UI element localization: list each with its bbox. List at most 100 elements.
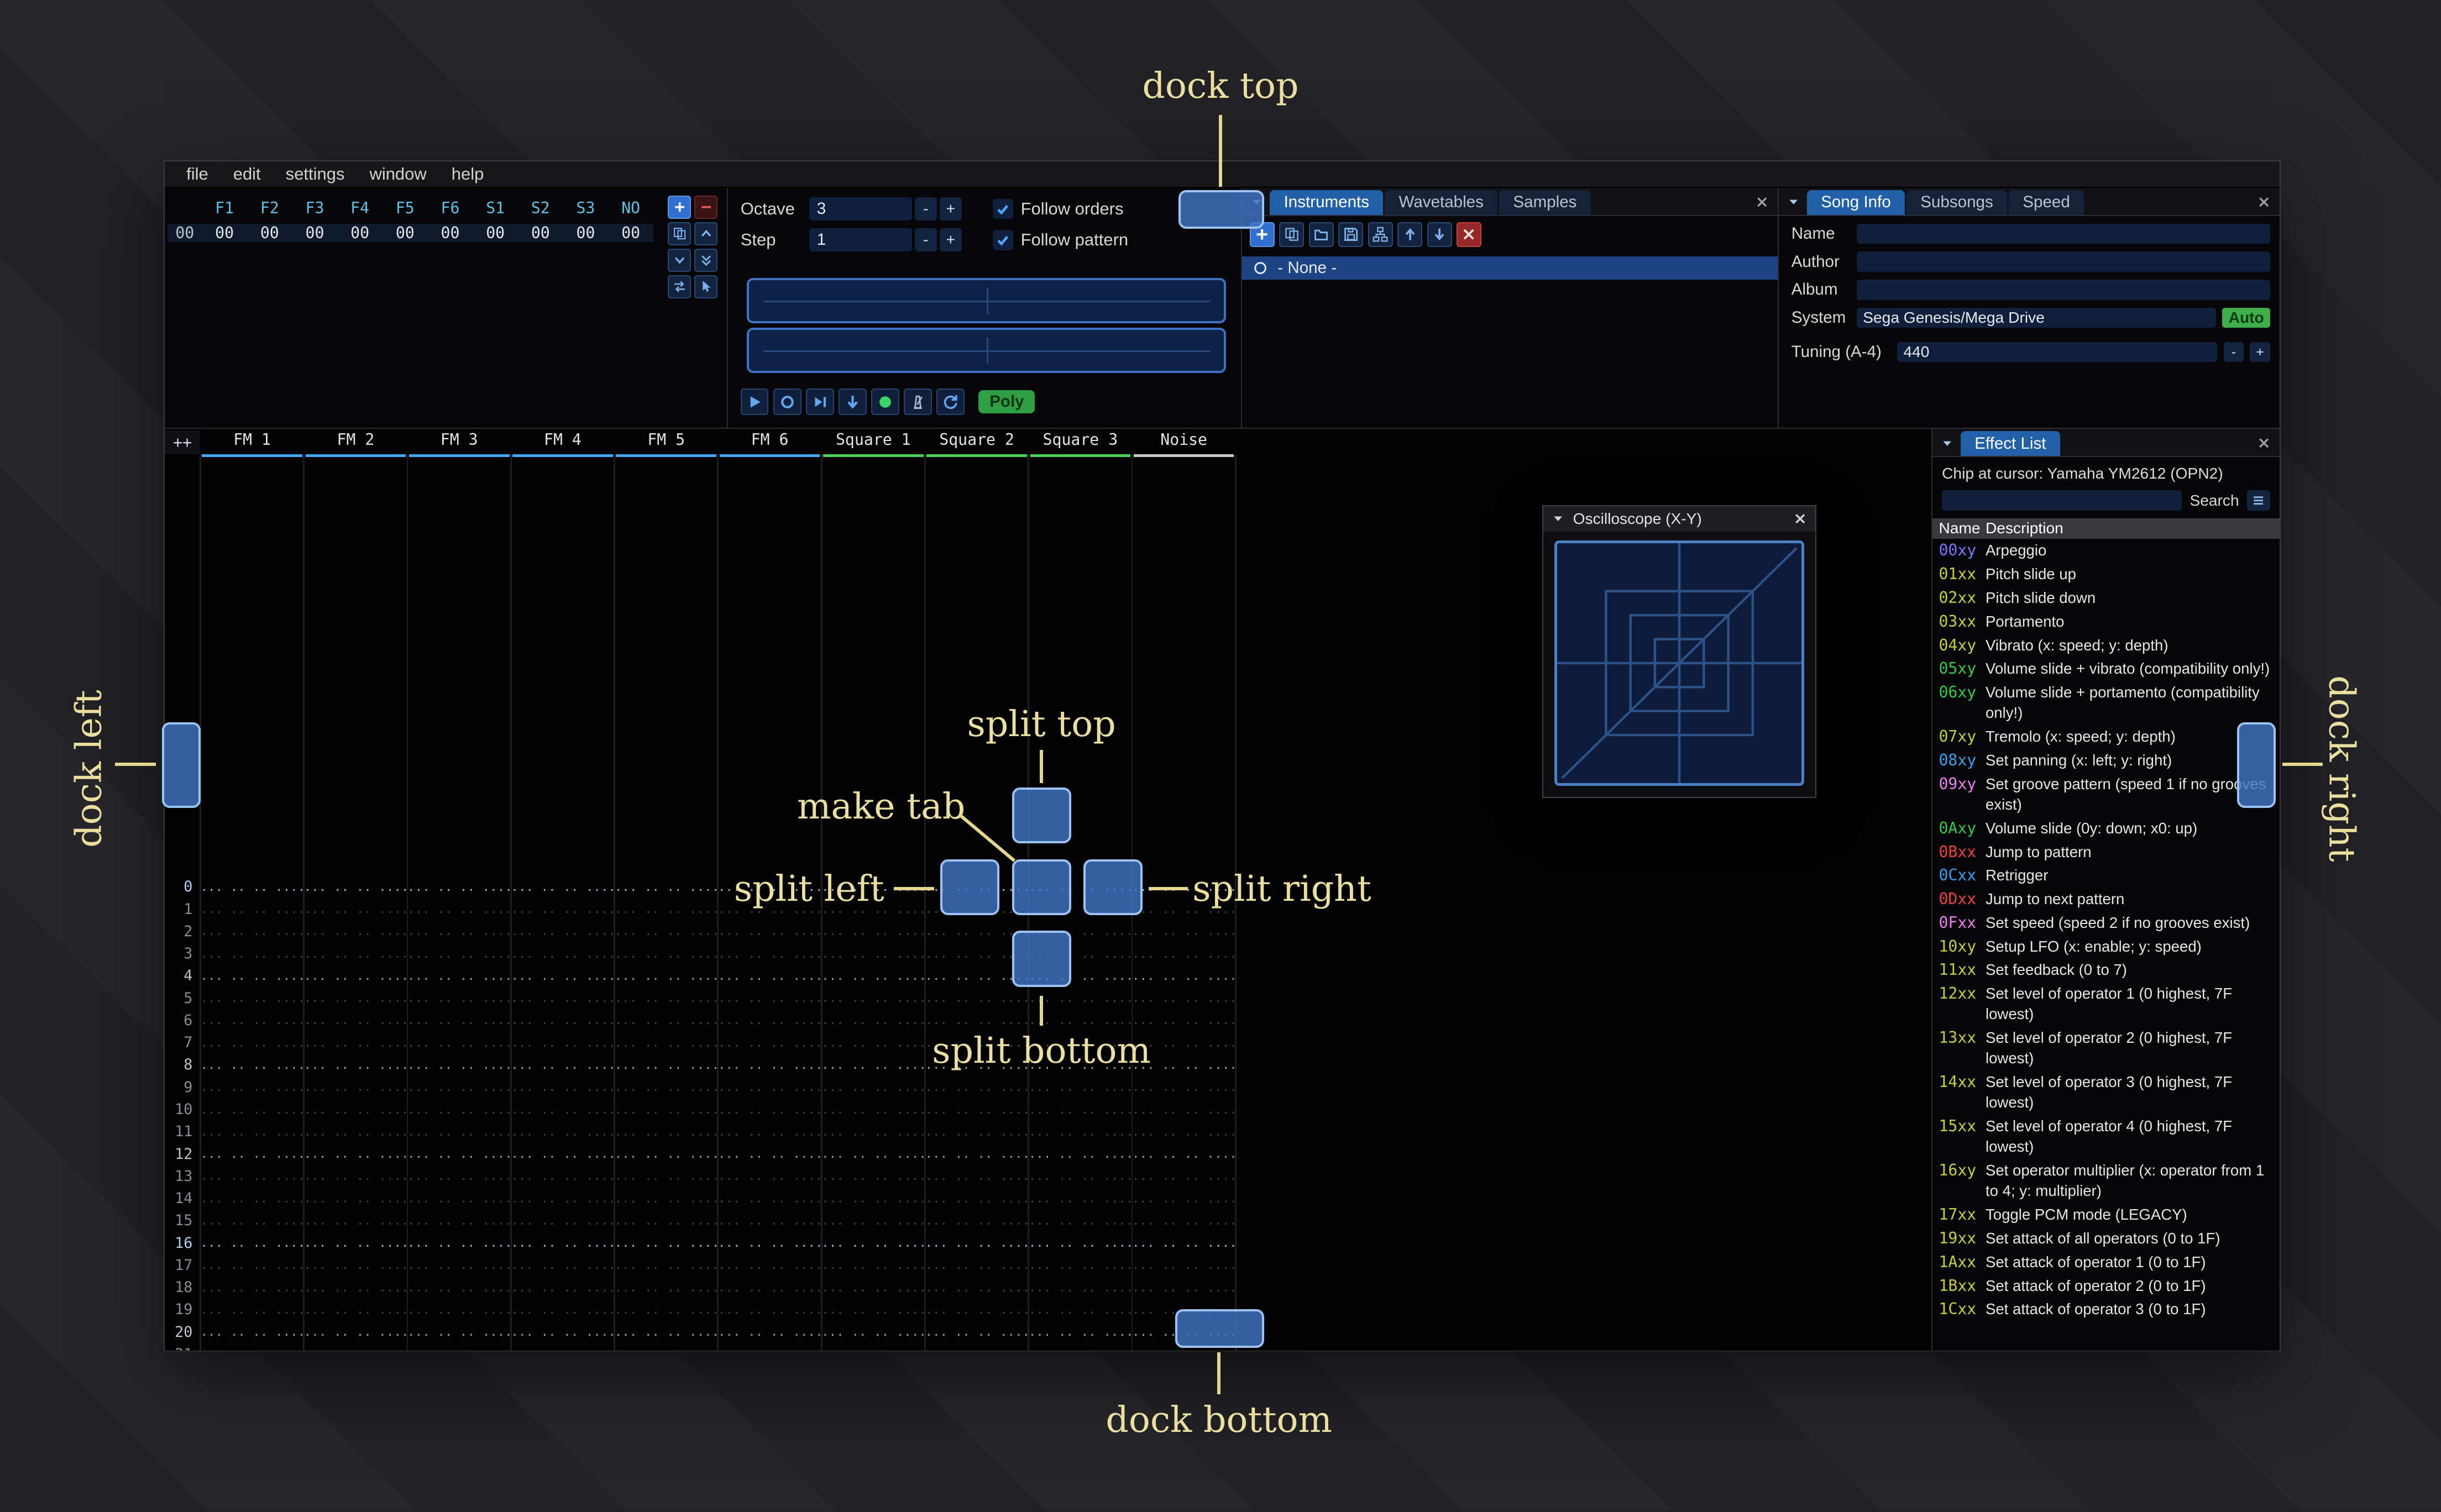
instrument-move-down-button[interactable] <box>1427 222 1452 247</box>
pattern-cell[interactable]: ... .. .. .... <box>718 947 821 961</box>
pattern-cell[interactable]: ... .. .. .... <box>511 880 614 894</box>
pattern-cell[interactable]: ... .. .. .... <box>1029 1169 1132 1183</box>
pattern-cell[interactable]: ... .. .. .... <box>615 1058 718 1072</box>
effect-row[interactable]: 1Cxx Set attack of operator 3 (0 to 1F) <box>1932 1298 2280 1321</box>
pattern-cell[interactable]: ... .. .. .... <box>925 1013 1028 1027</box>
tab-instruments[interactable]: Instruments <box>1270 190 1384 215</box>
pattern-cell[interactable]: ... .. .. .... <box>200 1125 303 1139</box>
pattern-cell[interactable]: ... .. .. .... <box>407 1280 511 1295</box>
split-right-target[interactable] <box>1083 859 1143 915</box>
close-panel-button[interactable] <box>1753 192 1772 211</box>
dock-top-target[interactable] <box>1178 190 1264 229</box>
pattern-cell[interactable]: ... .. .. .... <box>407 924 511 938</box>
order-cell[interactable]: 00 <box>563 224 609 242</box>
effect-row[interactable]: 0Cxx Retrigger <box>1932 863 2280 887</box>
pattern-cell[interactable]: ... .. .. .... <box>1132 969 1235 983</box>
pattern-cell[interactable]: ... .. .. .... <box>304 1080 407 1094</box>
instrument-move-up-button[interactable] <box>1397 222 1423 247</box>
menu-window[interactable]: window <box>357 161 439 187</box>
pattern-cell[interactable]: ... .. .. .... <box>615 1280 718 1295</box>
pattern-cell[interactable]: ... .. .. .... <box>925 1214 1028 1228</box>
pattern-cell[interactable]: ... .. .. .... <box>615 1036 718 1050</box>
pattern-cell[interactable]: ... .. .. .... <box>407 1347 511 1350</box>
pattern-cell[interactable]: ... .. .. .... <box>1029 1191 1132 1206</box>
pattern-cell[interactable]: ... .. .. .... <box>1132 1191 1235 1206</box>
pattern-cell[interactable]: ... .. .. .... <box>615 1080 718 1094</box>
pattern-cell[interactable]: ... .. .. .... <box>304 902 407 916</box>
channel-header-fm-2[interactable]: FM 2 <box>304 431 407 458</box>
pattern-cell[interactable]: ... .. .. .... <box>407 1147 511 1161</box>
tab-subsongs[interactable]: Subsongs <box>1906 190 2008 215</box>
effect-row[interactable]: 1Axx Set attack of operator 1 (0 to 1F) <box>1932 1250 2280 1274</box>
effect-row[interactable]: 11xx Set feedback (0 to 7) <box>1932 958 2280 982</box>
pattern-cell[interactable]: ... .. .. .... <box>304 1280 407 1295</box>
follow-orders-checkbox[interactable] <box>992 198 1013 219</box>
pattern-cell[interactable]: ... .. .. .... <box>511 1303 614 1317</box>
pattern-cell[interactable]: ... .. .. .... <box>304 991 407 1005</box>
pattern-cell[interactable]: ... .. .. .... <box>1029 1280 1132 1295</box>
pattern-cell[interactable]: ... .. .. .... <box>718 1102 821 1117</box>
pattern-cell[interactable]: ... .. .. .... <box>615 1147 718 1161</box>
pattern-cell[interactable]: ... .. .. .... <box>925 1191 1028 1206</box>
menu-settings[interactable]: settings <box>273 161 357 187</box>
pattern-cell[interactable]: ... .. .. .... <box>407 1236 511 1250</box>
pattern-cell[interactable]: ... .. .. .... <box>821 947 925 961</box>
pattern-cell[interactable]: ... .. .. .... <box>925 1303 1028 1317</box>
pattern-cell[interactable]: ... .. .. .... <box>304 1303 407 1317</box>
pattern-cell[interactable]: ... .. .. .... <box>407 1013 511 1027</box>
play-button[interactable] <box>740 389 769 416</box>
name-input[interactable] <box>1856 223 2270 244</box>
pattern-cell[interactable]: ... .. .. .... <box>407 947 511 961</box>
pattern-cell[interactable]: ... .. .. .... <box>925 1347 1028 1350</box>
pattern-cell[interactable]: ... .. .. .... <box>511 924 614 938</box>
tab-list-button[interactable] <box>1782 190 1805 215</box>
pattern-cell[interactable]: ... .. .. .... <box>407 1303 511 1317</box>
pattern-cell[interactable]: ... .. .. .... <box>200 1169 303 1183</box>
pattern-cell[interactable]: ... .. .. .... <box>407 1325 511 1339</box>
pattern-cell[interactable]: ... .. .. .... <box>1029 1325 1132 1339</box>
pattern-cell[interactable]: ... .. .. .... <box>615 1347 718 1350</box>
tab-wavetables[interactable]: Wavetables <box>1385 190 1498 215</box>
pattern-cell[interactable]: ... .. .. .... <box>615 880 718 894</box>
oscilloscope-titlebar[interactable]: Oscilloscope (X-Y) <box>1543 506 1815 532</box>
octave-decrement-button[interactable]: - <box>915 197 937 221</box>
effect-row[interactable]: 12xx Set level of operator 1 (0 highest, … <box>1932 981 2280 1026</box>
channel-header-fm-4[interactable]: FM 4 <box>511 431 614 458</box>
pattern-cell[interactable]: ... .. .. .... <box>821 1325 925 1339</box>
split-bottom-target[interactable] <box>1012 931 1071 987</box>
pattern-cell[interactable]: ... .. .. .... <box>821 1058 925 1072</box>
effect-row[interactable]: 0Dxx Jump to next pattern <box>1932 887 2280 911</box>
effect-row[interactable]: 0Axy Volume slide (0y: down; x0: up) <box>1932 816 2280 840</box>
pattern-cell[interactable]: ... .. .. .... <box>821 1169 925 1183</box>
pattern-cell[interactable]: ... .. .. .... <box>1132 947 1235 961</box>
instrument-delete-button[interactable] <box>1457 222 1482 247</box>
order-cell[interactable]: 00 <box>383 224 428 242</box>
pattern-cell[interactable]: ... .. .. .... <box>821 1013 925 1027</box>
step-increment-button[interactable]: + <box>940 228 962 252</box>
make-tab-target[interactable] <box>1012 859 1071 915</box>
effect-row[interactable]: 03xx Portamento <box>1932 610 2280 633</box>
dock-left-target[interactable] <box>161 722 201 808</box>
pattern-cell[interactable]: ... .. .. .... <box>615 1125 718 1139</box>
pattern-cell[interactable]: ... .. .. .... <box>925 1236 1028 1250</box>
pattern-cell[interactable]: ... .. .. .... <box>511 991 614 1005</box>
pattern-cell[interactable]: ... .. .. .... <box>925 991 1028 1005</box>
menu-edit[interactable]: edit <box>221 161 273 187</box>
close-icon[interactable] <box>1793 512 1807 526</box>
pattern-cell[interactable]: ... .. .. .... <box>821 1303 925 1317</box>
order-move-down-button[interactable] <box>668 248 692 272</box>
pattern-cell[interactable]: ... .. .. .... <box>1132 1236 1235 1250</box>
pattern-cell[interactable]: ... .. .. .... <box>200 924 303 938</box>
pattern-cell[interactable]: ... .. .. .... <box>1132 1147 1235 1161</box>
step-one-row-button[interactable] <box>805 389 834 416</box>
pattern-cell[interactable]: ... .. .. .... <box>511 1125 614 1139</box>
pattern-cell[interactable]: ... .. .. .... <box>821 1214 925 1228</box>
octave-increment-button[interactable]: + <box>940 197 962 221</box>
pattern-cell[interactable]: ... .. .. .... <box>821 969 925 983</box>
pattern-cell[interactable]: ... .. .. .... <box>718 1013 821 1027</box>
pattern-cell[interactable]: ... .. .. .... <box>304 1347 407 1350</box>
pattern-cell[interactable]: ... .. .. .... <box>200 1147 303 1161</box>
pattern-cell[interactable]: ... .. .. .... <box>511 1236 614 1250</box>
pattern-cell[interactable]: ... .. .. .... <box>200 991 303 1005</box>
pattern-cell[interactable]: ... .. .. .... <box>200 1280 303 1295</box>
